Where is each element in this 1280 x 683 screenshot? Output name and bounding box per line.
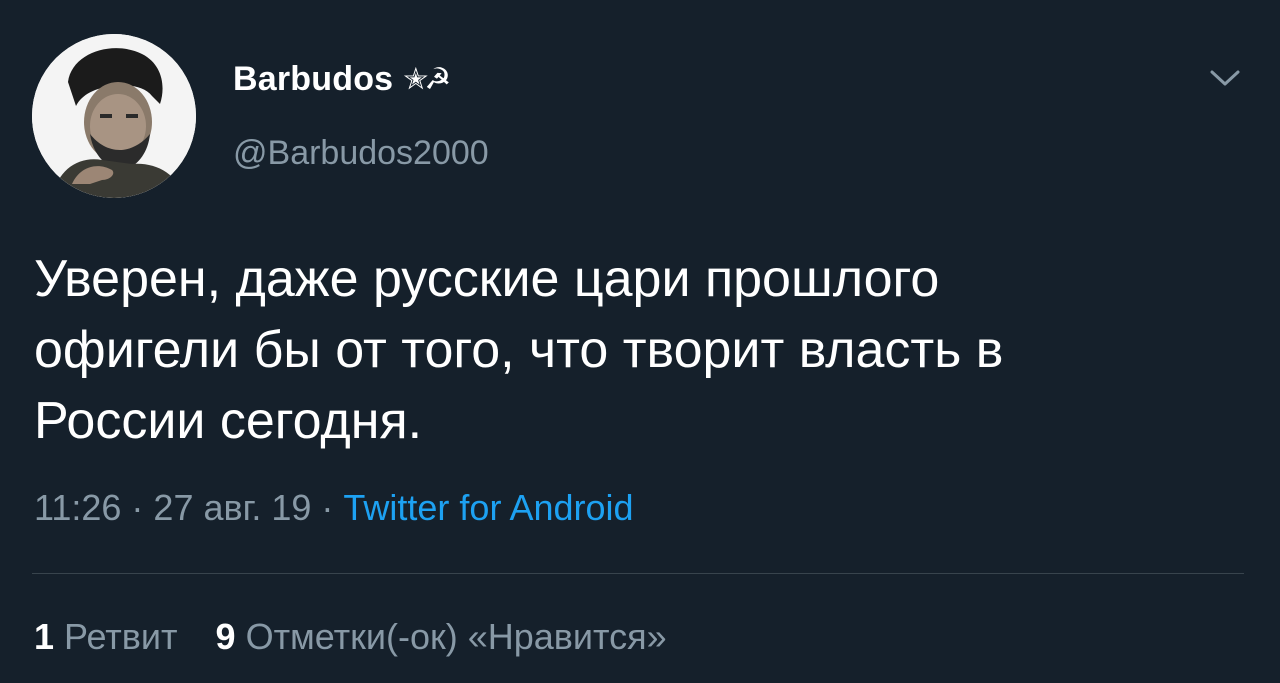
tweet-time[interactable]: 11:26 (34, 487, 121, 528)
tweet-text-line: Уверен, даже русские цари прошлого (34, 250, 940, 308)
retweets-label: Ретвит (64, 616, 178, 657)
divider (32, 573, 1244, 574)
tweet-metadata: 11:26 · 27 авг. 19 · Twitter for Android (34, 487, 634, 529)
meta-separator: · (121, 487, 154, 528)
avatar[interactable] (32, 34, 196, 198)
tweet-source-link[interactable]: Twitter for Android (343, 487, 633, 528)
retweets-stat[interactable]: 1 Ретвит (34, 616, 178, 657)
likes-count: 9 (215, 616, 236, 657)
star-hammer-sickle-emoji: ✭☭ (403, 62, 451, 97)
tweet-text-line: офигели бы от того, что творит власть в (34, 321, 1004, 379)
user-handle[interactable]: @Barbudos2000 (233, 134, 489, 173)
tweet-card: Barbudos ✭☭ @Barbudos2000 Уверен, даже р… (0, 0, 1280, 683)
tweet-text-line: России сегодня. (34, 392, 423, 450)
avatar-portrait-image (32, 34, 196, 198)
display-name[interactable]: Barbudos (233, 60, 393, 99)
tweet-date[interactable]: 27 авг. 19 (153, 487, 311, 528)
chevron-down-icon[interactable] (1208, 64, 1242, 92)
author-name-row[interactable]: Barbudos ✭☭ (233, 60, 451, 99)
tweet-text: Уверен, даже русские цари прошлого офиге… (34, 244, 1234, 457)
likes-label: Отметки(-ок) «Нравится» (245, 616, 667, 657)
retweets-count: 1 (34, 616, 55, 657)
tweet-stats: 1 Ретвит 9 Отметки(-ок) «Нравится» (34, 616, 667, 658)
meta-separator: · (311, 487, 344, 528)
likes-stat[interactable]: 9 Отметки(-ок) «Нравится» (216, 616, 667, 657)
